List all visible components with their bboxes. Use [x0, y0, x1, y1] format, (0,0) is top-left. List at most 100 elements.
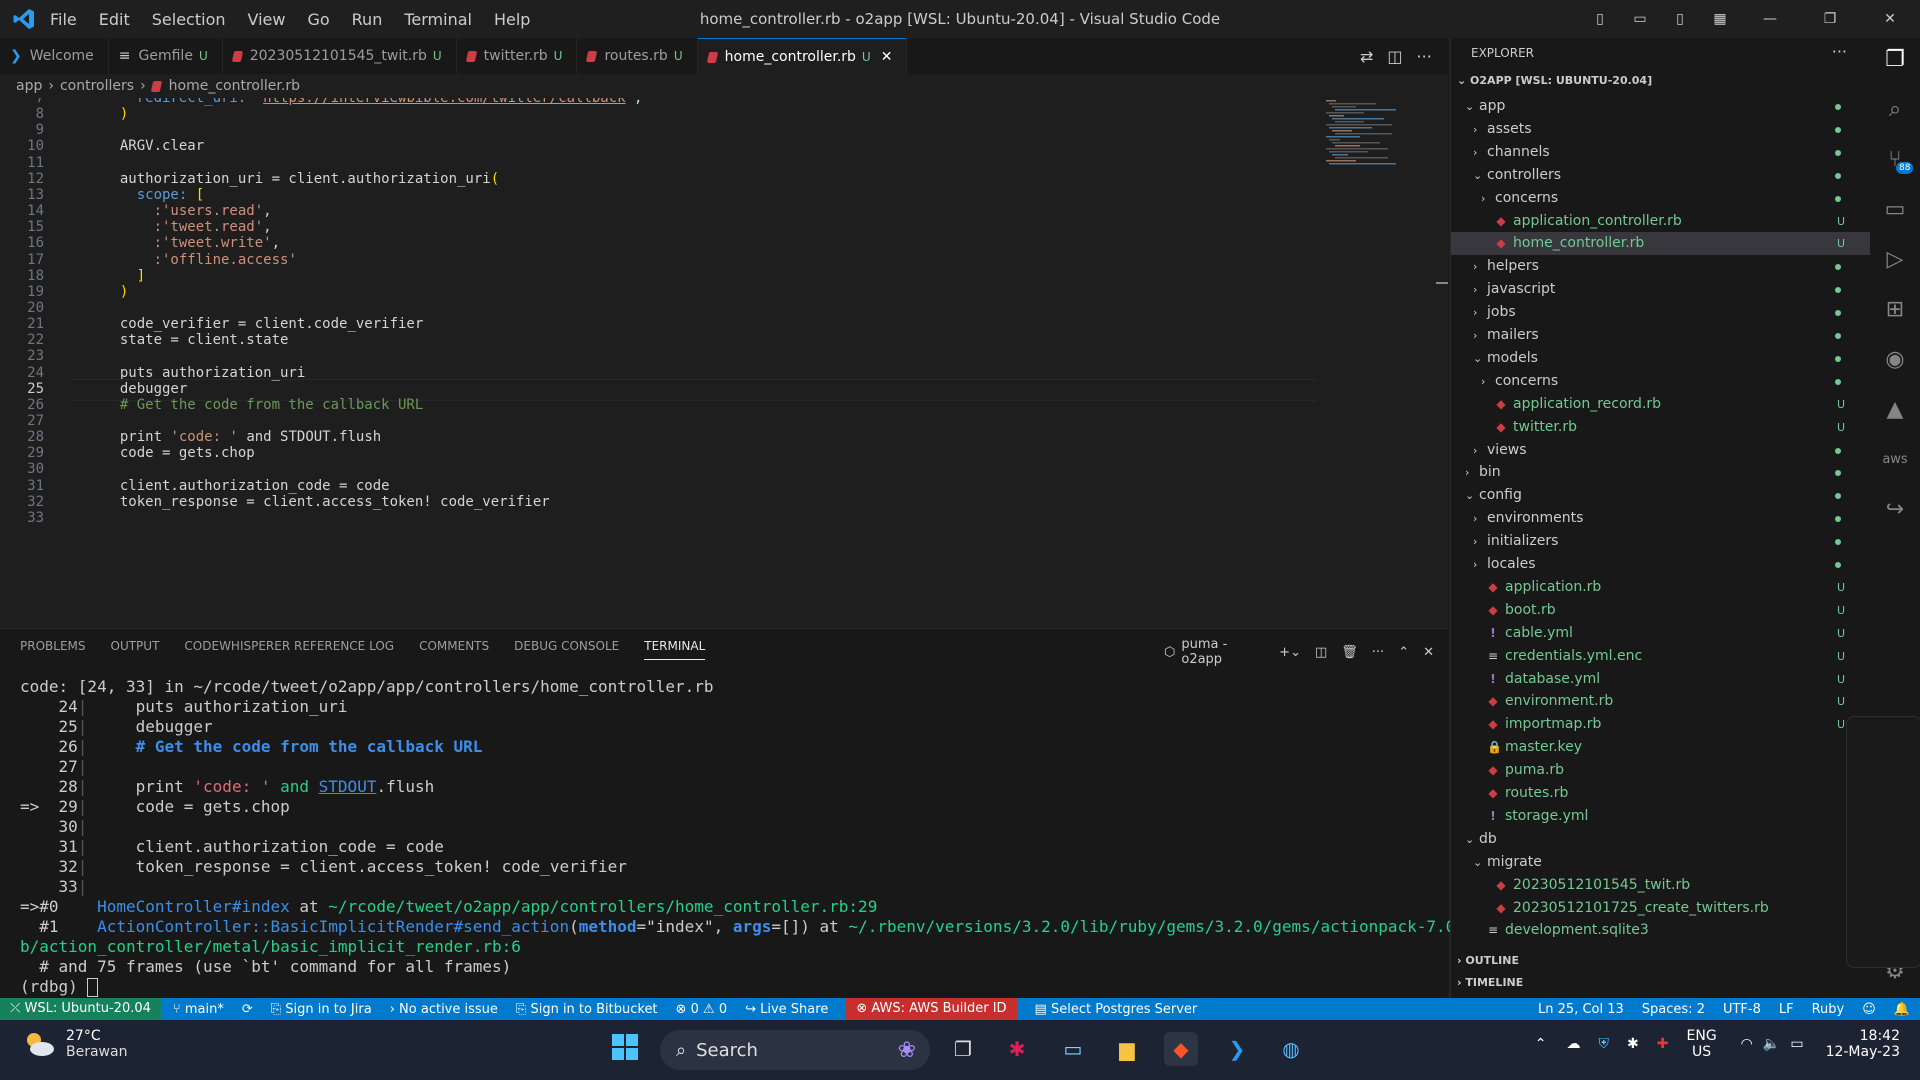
- close-tab-icon[interactable]: ✕: [881, 49, 893, 65]
- aws-icon[interactable]: aws: [1870, 440, 1920, 480]
- tree-folder[interactable]: › locales: [1451, 553, 1871, 576]
- customize-layout-icon[interactable]: ▦: [1700, 11, 1740, 27]
- slack-icon[interactable]: ✱: [1000, 1032, 1034, 1066]
- tree-file[interactable]: ◆ home_controller.rb U: [1451, 232, 1871, 256]
- toggle-secondary-sidebar-icon[interactable]: ▯: [1660, 11, 1700, 27]
- tree-file[interactable]: ◆ application.rb U: [1451, 576, 1871, 599]
- tree-folder[interactable]: ⌄ models: [1451, 347, 1871, 370]
- code-editor[interactable]: 7 redirect_uri: "https://interviewbible.…: [0, 98, 1448, 628]
- tree-file[interactable]: ! cable.yml U: [1451, 622, 1871, 645]
- close-panel-icon[interactable]: ✕: [1423, 645, 1434, 660]
- tree-file[interactable]: ≡ credentials.yml.enc U: [1451, 645, 1871, 668]
- github-icon[interactable]: ◉: [1870, 340, 1920, 380]
- panel-tab-debug-console[interactable]: DEBUG CONSOLE: [514, 639, 619, 660]
- volume-icon[interactable]: 🔈: [1763, 1036, 1780, 1052]
- tree-folder[interactable]: › concerns: [1451, 187, 1871, 210]
- menu-item-selection[interactable]: Selection: [152, 10, 226, 29]
- more-actions-icon[interactable]: ···: [1417, 47, 1432, 66]
- tree-file[interactable]: ◆ application_controller.rb U: [1451, 210, 1871, 233]
- search-icon[interactable]: ⌕: [1870, 90, 1920, 130]
- more-actions-icon[interactable]: ···: [1372, 645, 1384, 660]
- terminal-output[interactable]: code: [24, 33] in ~/rcode/tweet/o2app/ap…: [20, 677, 1523, 997]
- tree-folder[interactable]: › assets: [1451, 118, 1871, 141]
- tree-file[interactable]: ◆ twitter.rb U: [1451, 416, 1871, 439]
- weather-widget[interactable]: 27°C Berawan: [22, 1028, 127, 1060]
- file-explorer-icon[interactable]: ▆: [1110, 1032, 1144, 1066]
- postgres-item[interactable]: ▤ Select Postgres Server: [1035, 1002, 1198, 1017]
- menu-item-file[interactable]: File: [50, 10, 77, 29]
- tree-file[interactable]: ! database.yml U: [1451, 668, 1871, 691]
- split-terminal-icon[interactable]: ◫: [1315, 645, 1327, 660]
- menu-item-go[interactable]: Go: [307, 10, 329, 29]
- encoding[interactable]: UTF-8: [1723, 1002, 1761, 1017]
- tab-20230512101545-twit-rb[interactable]: 20230512101545_twit.rb U: [223, 38, 457, 74]
- toggle-panel-icon[interactable]: ▭: [1620, 11, 1660, 27]
- panel-tab-output[interactable]: OUTPUT: [111, 639, 160, 660]
- menu-item-terminal[interactable]: Terminal: [404, 10, 472, 29]
- editor-scrollbar[interactable]: [1436, 282, 1448, 284]
- tree-file[interactable]: ◆ routes.rb: [1451, 782, 1871, 805]
- battery-icon[interactable]: ▭: [1790, 1036, 1803, 1052]
- tree-folder[interactable]: ⌄ db: [1451, 828, 1871, 851]
- notifications-bell-icon[interactable]: 🔔: [1894, 1002, 1910, 1017]
- vscode-logo-icon[interactable]: [12, 7, 36, 31]
- tree-file[interactable]: ◆ environment.rb U: [1451, 690, 1871, 713]
- tree-folder[interactable]: › javascript: [1451, 278, 1871, 301]
- tab-gemfile[interactable]: ≡ Gemfile U: [109, 38, 223, 74]
- slack-tray-icon[interactable]: ✱: [1627, 1036, 1639, 1052]
- tree-folder[interactable]: › bin: [1451, 461, 1871, 484]
- tree-folder[interactable]: ⌄ app: [1451, 95, 1871, 118]
- panel-tab-comments[interactable]: COMMENTS: [419, 639, 489, 660]
- sync-icon[interactable]: ⟳: [242, 1002, 253, 1017]
- tree-folder[interactable]: › concerns: [1451, 370, 1871, 393]
- tree-folder[interactable]: › environments: [1451, 507, 1871, 530]
- tree-folder[interactable]: ⌄ config: [1451, 484, 1871, 507]
- terminal-app-icon[interactable]: ▭: [1056, 1032, 1090, 1066]
- new-terminal-icon[interactable]: +⌄: [1279, 645, 1301, 660]
- tree-file[interactable]: ◆ boot.rb U: [1451, 599, 1871, 622]
- problems-item[interactable]: ⊗ 0 ⚠ 0: [676, 1002, 728, 1017]
- tree-file[interactable]: ◆ application_record.rb U: [1451, 393, 1871, 416]
- tree-folder[interactable]: › initializers: [1451, 530, 1871, 553]
- tree-file[interactable]: ! storage.yml: [1451, 805, 1871, 828]
- jira-item[interactable]: ⎘ Sign in to Jira: [271, 1002, 372, 1017]
- accounts-tool-icon[interactable]: ▲: [1870, 390, 1920, 430]
- cursor-position[interactable]: Ln 25, Col 13: [1538, 1002, 1624, 1017]
- defender-icon[interactable]: ⛨: [1599, 1036, 1610, 1052]
- menu-item-run[interactable]: Run: [352, 10, 383, 29]
- remote-indicator[interactable]: ⤫ WSL: Ubuntu-20.04: [0, 998, 161, 1020]
- wifi-icon[interactable]: ◠: [1741, 1036, 1753, 1052]
- tab-twitter-rb[interactable]: twitter.rb U: [457, 38, 578, 74]
- tree-folder[interactable]: ⌄ controllers: [1451, 164, 1871, 187]
- bitbucket-item[interactable]: ⎘ Sign in to Bitbucket: [516, 1002, 658, 1017]
- source-control-icon[interactable]: ⑂ 88: [1870, 140, 1920, 180]
- terminal-name[interactable]: puma - o2app: [1181, 637, 1265, 667]
- menu-item-help[interactable]: Help: [494, 10, 530, 29]
- minimize-button[interactable]: —: [1740, 11, 1800, 27]
- indentation[interactable]: Spaces: 2: [1642, 1002, 1705, 1017]
- breadcrumb-item[interactable]: app: [16, 78, 42, 94]
- minimap[interactable]: [1322, 98, 1440, 178]
- tree-file[interactable]: ◆ 20230512101725_create_twitters.rb: [1451, 897, 1871, 920]
- menu-item-view[interactable]: View: [248, 10, 286, 29]
- task-view-icon[interactable]: ❐: [946, 1032, 980, 1066]
- breadcrumb-item[interactable]: controllers: [60, 78, 134, 94]
- chevron-up-icon[interactable]: ⌃: [1535, 1036, 1547, 1052]
- run-debug-icon[interactable]: ▷: [1870, 240, 1920, 280]
- tab-routes-rb[interactable]: routes.rb U: [577, 38, 698, 74]
- language-mode[interactable]: Ruby: [1812, 1002, 1845, 1017]
- toggle-primary-sidebar-icon[interactable]: ▯: [1580, 11, 1620, 27]
- globe-app-icon[interactable]: ◍: [1274, 1032, 1308, 1066]
- onedrive-icon[interactable]: ☁: [1567, 1036, 1581, 1052]
- code-line[interactable]: 33: [0, 508, 1320, 528]
- tree-file[interactable]: 🔒 master.key: [1451, 736, 1871, 759]
- tree-file[interactable]: ≡ development.sqlite3: [1451, 919, 1871, 942]
- outline-section[interactable]: › OUTLINE: [1457, 954, 1519, 967]
- tree-folder[interactable]: › jobs: [1451, 301, 1871, 324]
- panel-tab-codewhisperer-reference-log[interactable]: CODEWHISPERER REFERENCE LOG: [184, 639, 394, 660]
- clock[interactable]: 18:42 12-May-23: [1826, 1028, 1900, 1060]
- start-button[interactable]: [608, 1032, 642, 1066]
- antivirus-icon[interactable]: ✚: [1657, 1036, 1669, 1052]
- vscode-taskbar-icon[interactable]: ❯: [1220, 1032, 1254, 1066]
- tab-welcome[interactable]: ❯ Welcome: [0, 38, 109, 74]
